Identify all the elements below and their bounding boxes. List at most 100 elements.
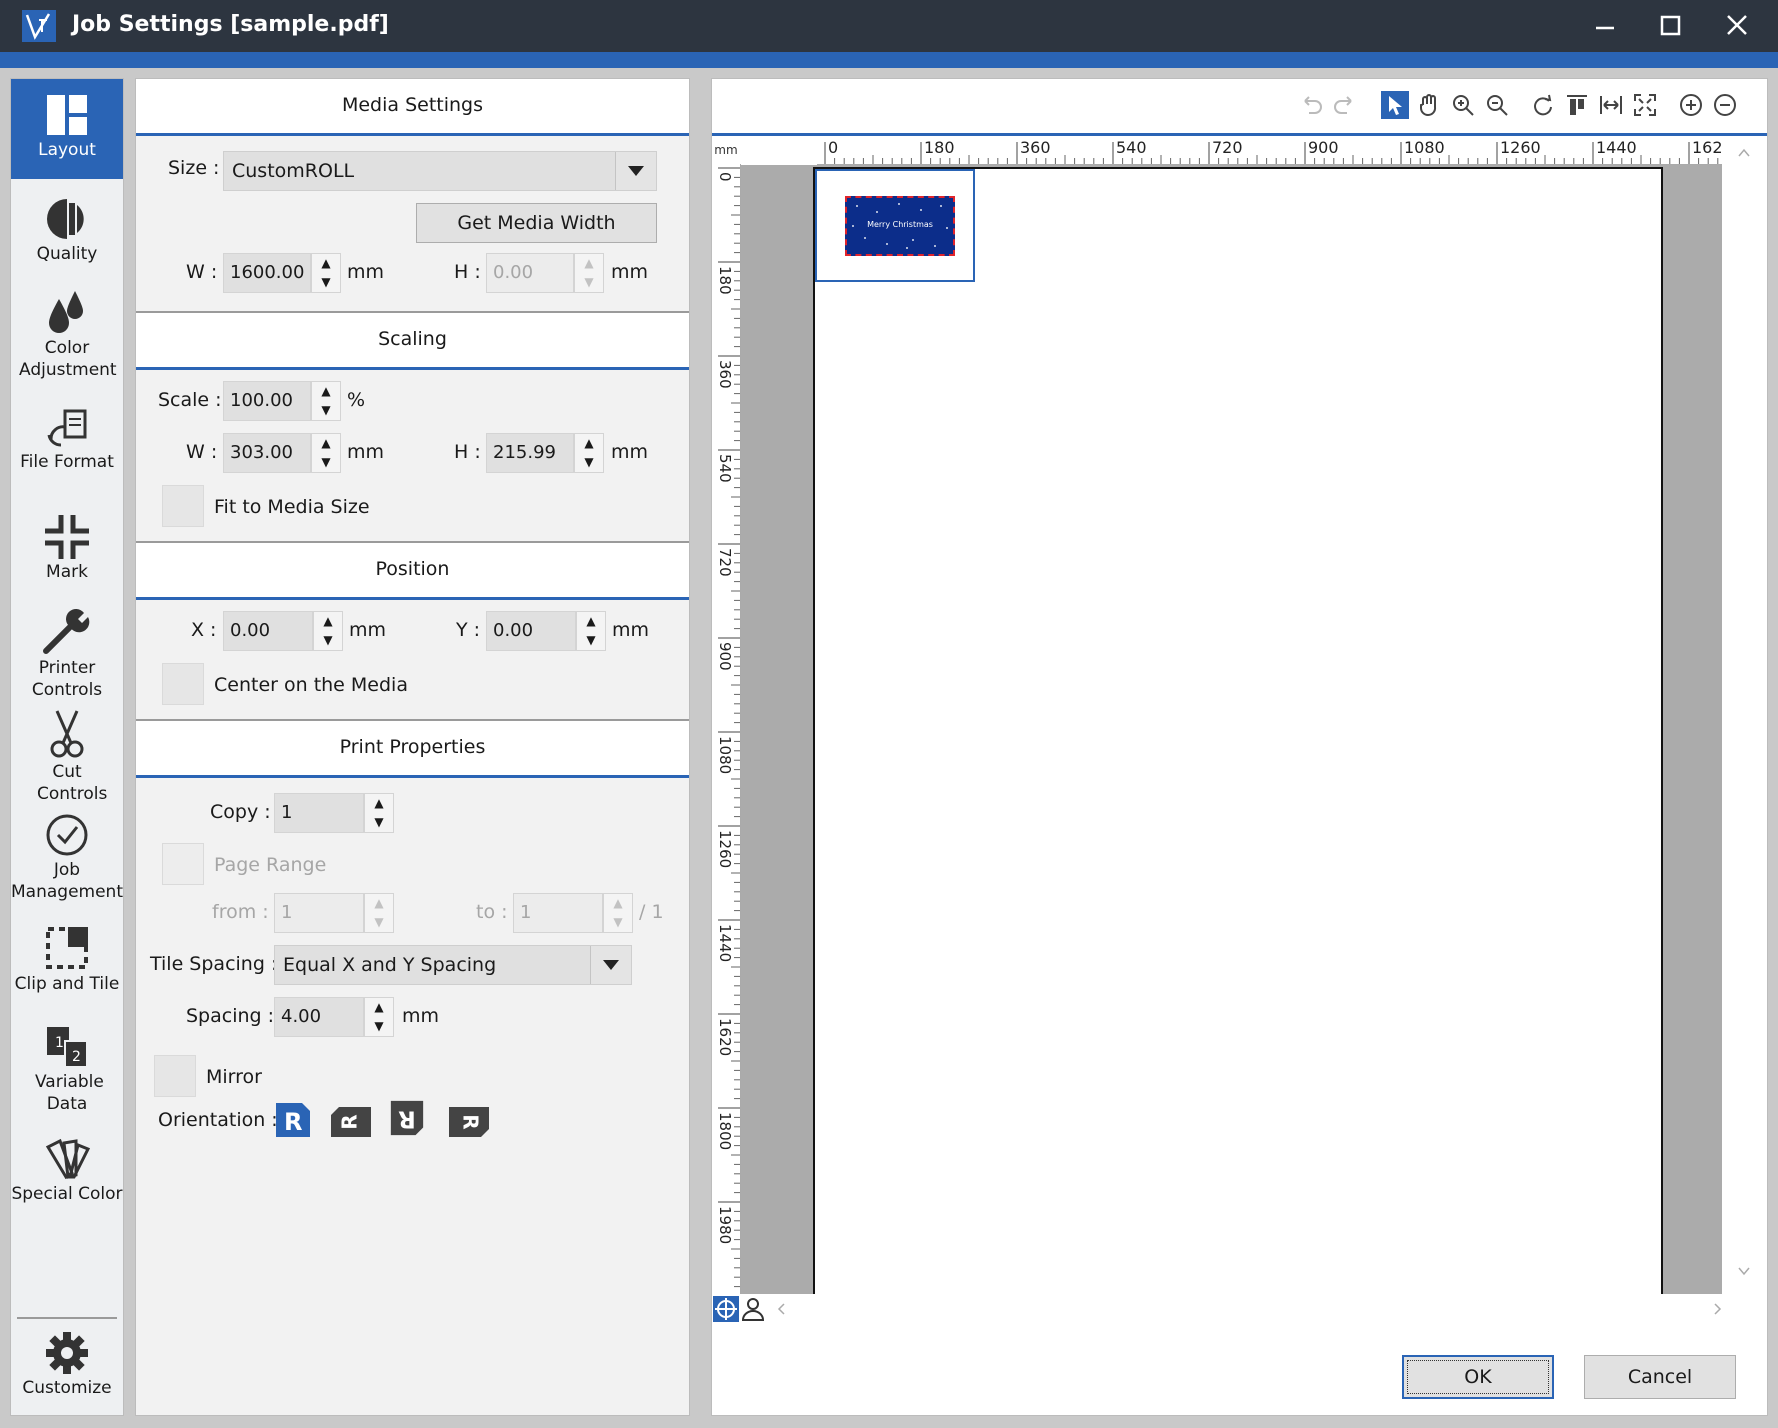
orientation-90-icon[interactable]: R	[329, 1103, 373, 1141]
undo-icon[interactable]	[1297, 91, 1325, 119]
rotate-icon[interactable]	[1529, 91, 1557, 119]
orientation-180-icon[interactable]: R	[388, 1099, 426, 1137]
zoom-out-icon[interactable]	[1483, 91, 1511, 119]
center-on-media-checkbox[interactable]	[162, 663, 204, 705]
svg-text:1: 1	[55, 1035, 64, 1051]
position-y-field[interactable]: 0.00	[486, 611, 576, 651]
media-width-spinner[interactable]: ▲ ▼	[311, 253, 341, 293]
settings-panel: Media Settings Size : CustomROLL Get Med…	[135, 78, 690, 1416]
nav-item-layout[interactable]: Layout	[11, 79, 123, 179]
customize-label: Customize	[22, 1378, 112, 1398]
copy-spinner[interactable]: ▲ ▼	[364, 793, 394, 833]
scroll-right-icon[interactable]	[1707, 1296, 1727, 1322]
select-arrow-icon[interactable]	[1381, 91, 1409, 119]
to-field: 1	[513, 893, 603, 933]
arrow-up-icon: ▲	[374, 896, 384, 910]
fit-page-icon[interactable]	[1631, 91, 1659, 119]
job-thumbnail[interactable]: Merry Christmas	[845, 196, 955, 256]
minimize-icon[interactable]	[1585, 8, 1625, 44]
scale-field[interactable]: 100.00	[223, 381, 311, 421]
zoom-in-icon[interactable]	[1449, 91, 1477, 119]
arrow-down-icon[interactable]: ▼	[575, 453, 603, 472]
nav-item-job-management[interactable]: Job Management	[11, 813, 123, 903]
redo-icon[interactable]	[1331, 91, 1359, 119]
media-width-field[interactable]: 1600.00	[223, 253, 311, 293]
scale-height-spinner[interactable]: ▲ ▼	[574, 433, 604, 473]
scroll-left-icon[interactable]	[772, 1296, 792, 1322]
arrow-up-icon[interactable]: ▲	[312, 434, 340, 453]
arrow-down-icon[interactable]: ▼	[365, 813, 393, 832]
user-icon[interactable]	[740, 1296, 766, 1322]
nav-item-cut-controls[interactable]: Cut Controls	[11, 709, 123, 805]
fit-width-icon[interactable]	[1597, 91, 1625, 119]
maximize-icon[interactable]	[1650, 8, 1690, 44]
close-icon[interactable]	[1717, 8, 1757, 44]
nav-item-special-color[interactable]: Special Color	[11, 1137, 123, 1205]
nav-item-mark[interactable]: Mark	[11, 515, 123, 583]
clock-icon	[46, 814, 88, 856]
nav-label: Cut Controls	[37, 762, 108, 804]
scale-spinner[interactable]: ▲ ▼	[311, 381, 341, 421]
arrow-up-icon[interactable]: ▲	[312, 382, 340, 401]
get-media-width-button[interactable]: Get Media Width	[416, 203, 657, 243]
arrow-up-icon[interactable]: ▲	[365, 998, 393, 1017]
scale-width-field[interactable]: 303.00	[223, 433, 311, 473]
arrow-up-icon[interactable]: ▲	[312, 254, 340, 273]
scroll-down-icon[interactable]	[1722, 1256, 1767, 1286]
chevron-down-icon[interactable]	[590, 946, 631, 984]
arrow-up-icon[interactable]: ▲	[575, 434, 603, 453]
preview-pane: mm 0 180 360 540 720 900 1080 1260 1440 1620 0 180…	[711, 78, 1768, 1416]
arrow-down-icon[interactable]: ▼	[314, 631, 342, 650]
chevron-down-icon[interactable]	[615, 152, 656, 190]
ruler-tick-label: 1440	[1596, 138, 1637, 157]
arrow-up-icon[interactable]: ▲	[577, 612, 605, 631]
position-y-spinner[interactable]: ▲ ▼	[576, 611, 606, 651]
scale-width-spinner[interactable]: ▲ ▼	[311, 433, 341, 473]
tile-spacing-dropdown[interactable]: Equal X and Y Spacing	[274, 945, 632, 985]
mirror-checkbox[interactable]	[154, 1055, 196, 1097]
nav-item-variable-data[interactable]: 12 Variable Data	[11, 1025, 123, 1115]
position-x-field[interactable]: 0.00	[223, 611, 313, 651]
orientation-0-icon[interactable]: R	[274, 1101, 312, 1139]
preview-canvas[interactable]: Merry Christmas	[741, 165, 1722, 1296]
copy-field[interactable]: 1	[274, 793, 364, 833]
scale-height-field[interactable]: 215.99	[486, 433, 574, 473]
position-x-spinner[interactable]: ▲ ▼	[313, 611, 343, 651]
quality-icon	[47, 199, 84, 239]
nav-item-color-adjustment[interactable]: Color Adjustment	[11, 289, 123, 381]
orientation-270-icon[interactable]: R	[447, 1103, 491, 1141]
align-top-icon[interactable]	[1563, 91, 1591, 119]
arrow-up-icon: ▲	[613, 896, 623, 910]
target-icon[interactable]	[713, 1296, 739, 1322]
vertical-ruler: 0 180 360 540 720 900 1080 1260 1440 1620 1800 1980	[712, 164, 741, 1294]
ok-button[interactable]: OK	[1402, 1355, 1554, 1399]
cancel-button[interactable]: Cancel	[1584, 1355, 1736, 1399]
horizontal-ruler-ticks: 0 180 360 540 720 900 1080 1260 1440 1620	[824, 138, 1722, 164]
remove-circle-icon[interactable]	[1711, 91, 1739, 119]
vertical-scrollbar[interactable]	[1722, 136, 1767, 1294]
customize-button[interactable]: Customize	[11, 1331, 123, 1399]
nav-item-file-format[interactable]: File Format	[11, 409, 123, 473]
nav-item-quality[interactable]: Quality	[11, 197, 123, 265]
fit-to-media-checkbox[interactable]	[162, 485, 204, 527]
wrench-icon	[43, 609, 90, 654]
job-bounding-box[interactable]: Merry Christmas	[815, 169, 975, 282]
arrow-up-icon[interactable]: ▲	[314, 612, 342, 631]
arrow-down-icon[interactable]: ▼	[312, 453, 340, 472]
percent-label: %	[347, 389, 366, 411]
arrow-down-icon[interactable]: ▼	[312, 401, 340, 420]
arrow-down-icon[interactable]: ▼	[365, 1017, 393, 1036]
spacing-field[interactable]: 4.00	[274, 997, 364, 1037]
scroll-up-icon[interactable]	[1722, 138, 1767, 168]
nav-item-printer-controls[interactable]: Printer Controls	[11, 607, 123, 701]
arrow-down-icon[interactable]: ▼	[312, 273, 340, 292]
hand-pan-icon[interactable]	[1415, 91, 1443, 119]
arrow-up-icon[interactable]: ▲	[365, 794, 393, 813]
nav-item-clip-and-tile[interactable]: Clip and Tile	[11, 925, 123, 995]
arrow-up-icon: ▲	[584, 256, 594, 270]
arrow-down-icon[interactable]: ▼	[577, 631, 605, 650]
size-dropdown[interactable]: CustomROLL	[223, 151, 657, 191]
add-circle-icon[interactable]	[1677, 91, 1705, 119]
horizontal-scrollbar[interactable]	[712, 1294, 1767, 1324]
spacing-spinner[interactable]: ▲ ▼	[364, 997, 394, 1037]
